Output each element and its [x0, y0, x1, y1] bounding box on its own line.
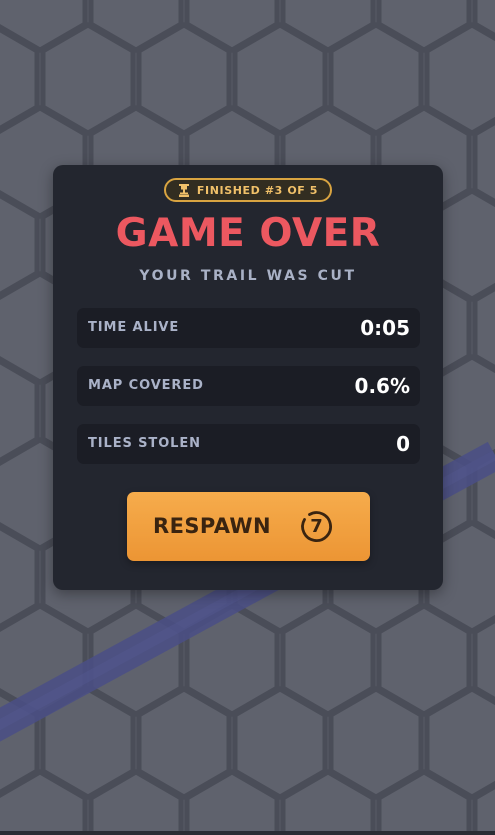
trophy-icon [178, 183, 189, 197]
respawn-button[interactable]: RESPAWN 7 [127, 492, 370, 561]
game-over-subtitle: YOUR TRAIL WAS CUT [139, 268, 357, 284]
stat-label: TILES STOLEN [88, 436, 201, 451]
countdown-timer-icon: 7 [299, 509, 334, 544]
stat-label: MAP COVERED [88, 378, 204, 393]
game-over-title: GAME OVER [115, 211, 381, 256]
game-over-panel: FINISHED #3 OF 5 GAME OVER YOUR TRAIL WA… [53, 165, 443, 590]
stat-label: TIME ALIVE [88, 320, 180, 335]
rank-badge: FINISHED #3 OF 5 [164, 178, 332, 202]
rank-text: FINISHED #3 OF 5 [196, 183, 319, 197]
stat-row-time-alive: TIME ALIVE 0:05 [77, 308, 420, 348]
countdown-number: 7 [310, 516, 323, 537]
stat-row-tiles-stolen: TILES STOLEN 0 [77, 424, 420, 464]
respawn-label: RESPAWN [153, 514, 271, 538]
stat-value: 0.6% [354, 374, 410, 398]
stat-value: 0 [396, 432, 410, 456]
stat-row-map-covered: MAP COVERED 0.6% [77, 366, 420, 406]
stat-value: 0:05 [360, 316, 410, 340]
bottom-edge [0, 831, 495, 835]
